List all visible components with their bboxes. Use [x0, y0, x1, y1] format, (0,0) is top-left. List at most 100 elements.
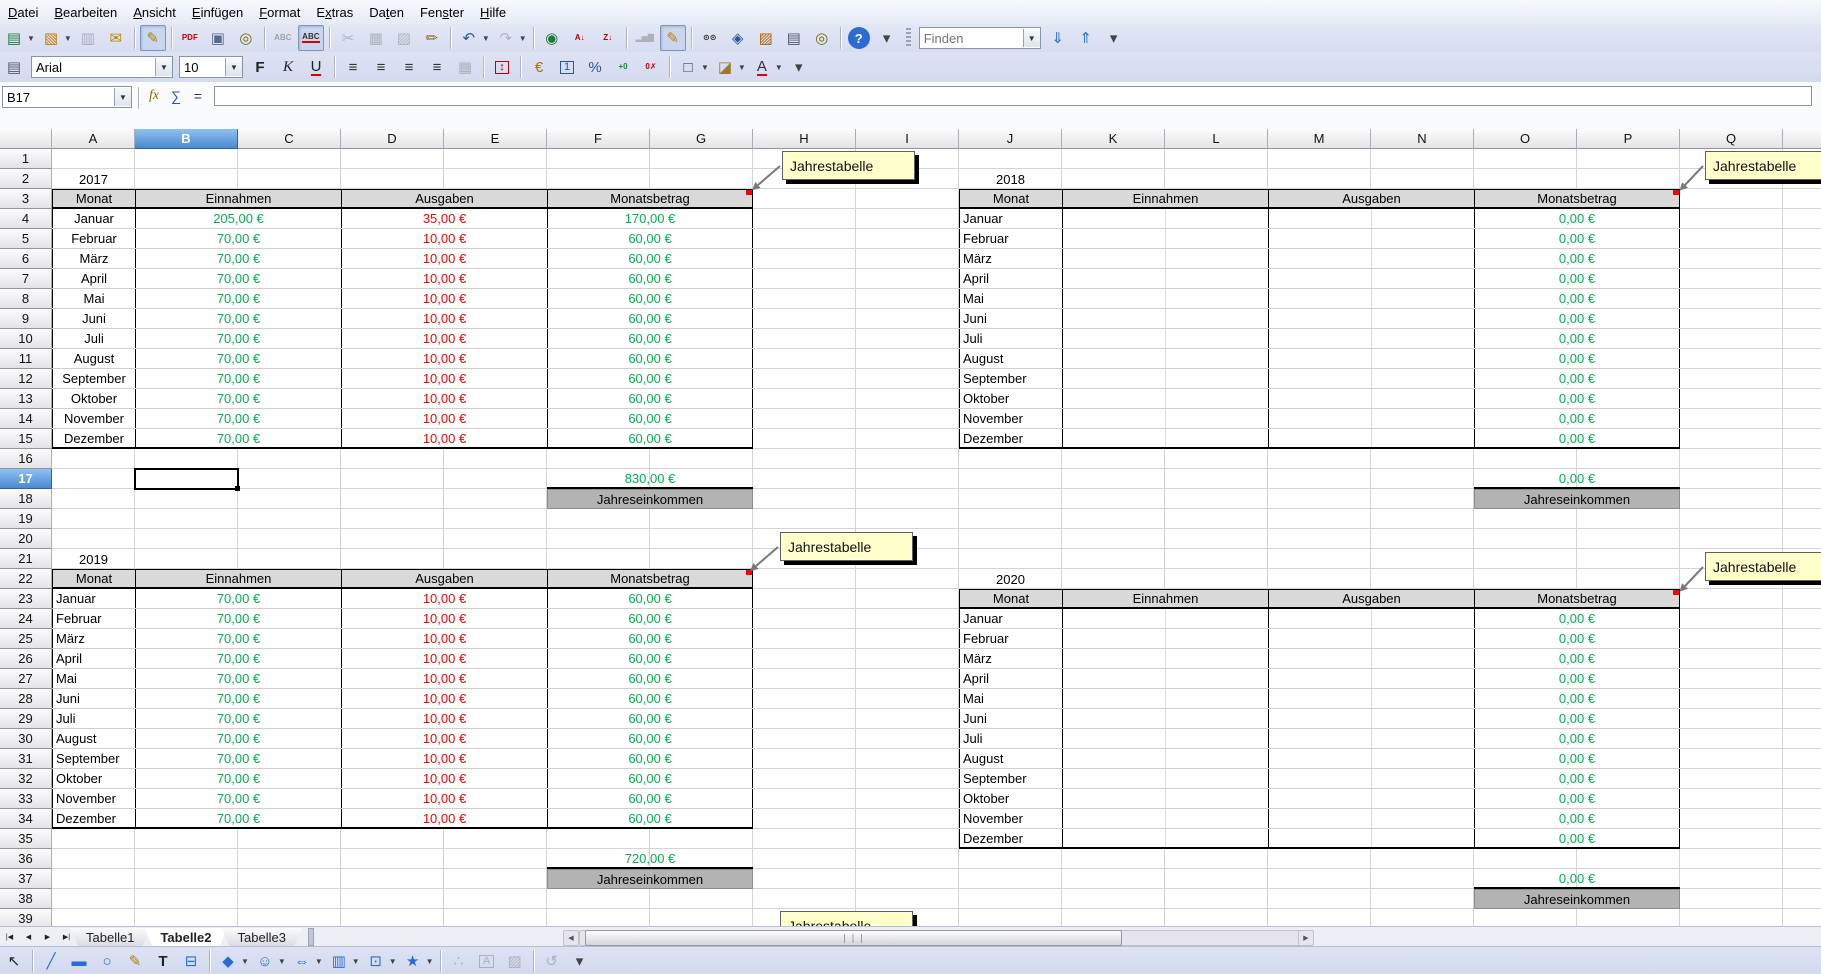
menu-einfügen[interactable]: Einfügen — [184, 2, 251, 23]
name-box-dropdown-icon[interactable]: ▼ — [114, 88, 131, 106]
percent-format-icon[interactable]: % — [582, 54, 608, 80]
cell-ausgaben[interactable] — [1268, 389, 1474, 408]
cell-ausgaben[interactable] — [1268, 349, 1474, 368]
cell-einnahmen[interactable] — [1062, 829, 1268, 847]
symbol-shapes-icon-dropdown[interactable]: ▼ — [278, 957, 286, 966]
year-total-2018[interactable]: 0,00 € — [1474, 469, 1680, 489]
column-header-G[interactable]: G — [650, 129, 753, 149]
cell-month[interactable]: März — [959, 249, 1062, 268]
cell-monatsbetrag[interactable]: 0,00 € — [1474, 789, 1680, 808]
cell-month[interactable]: Januar — [52, 589, 135, 608]
draw-functions-icon[interactable]: ✎ — [660, 25, 686, 51]
cell-monatsbetrag[interactable]: 60,00 € — [547, 349, 753, 368]
symbol-shapes-icon[interactable]: ☺ — [252, 948, 278, 974]
cell-month[interactable]: August — [52, 349, 135, 368]
undo-icon-dropdown[interactable]: ▼ — [482, 34, 490, 43]
cell-einnahmen[interactable] — [1062, 709, 1268, 728]
cell-monatsbetrag[interactable]: 60,00 € — [547, 249, 753, 268]
header-einnahmen[interactable]: Einnahmen — [1062, 190, 1268, 207]
menu-datei[interactable]: Datei — [0, 2, 46, 23]
cell-einnahmen[interactable] — [1062, 289, 1268, 308]
cell-month[interactable]: April — [959, 269, 1062, 288]
cell-monatsbetrag[interactable]: 0,00 € — [1474, 369, 1680, 388]
block-arrows-icon[interactable]: ⇔ — [289, 948, 315, 974]
cell-month[interactable]: Februar — [959, 229, 1062, 248]
cell-month[interactable]: Juni — [52, 689, 135, 708]
cell-ausgaben[interactable]: 10,00 € — [341, 689, 547, 708]
column-header-O[interactable]: O — [1474, 129, 1577, 149]
cell-ausgaben[interactable]: 10,00 € — [341, 309, 547, 328]
column-header-R[interactable] — [1783, 129, 1821, 149]
header-monatsbetrag[interactable]: Monatsbetrag — [547, 570, 753, 587]
cell-ausgaben[interactable] — [1268, 809, 1474, 828]
row-header-15[interactable]: 15 — [0, 429, 52, 449]
cell-month[interactable]: August — [959, 749, 1062, 768]
cell-monatsbetrag[interactable]: 60,00 € — [547, 749, 753, 768]
italic-icon[interactable]: K — [275, 54, 301, 80]
header-monatsbetrag[interactable]: Monatsbetrag — [1474, 590, 1680, 607]
cell-monatsbetrag[interactable]: 0,00 € — [1474, 629, 1680, 648]
cell-ausgaben[interactable]: 10,00 € — [341, 269, 547, 288]
cell-monatsbetrag[interactable]: 60,00 € — [547, 609, 753, 628]
cell-einnahmen[interactable]: 70,00 € — [135, 689, 341, 708]
cell-ausgaben[interactable] — [1268, 409, 1474, 428]
gallery-icon[interactable]: ▨ — [753, 25, 779, 51]
cell-monatsbetrag[interactable]: 60,00 € — [547, 409, 753, 428]
column-header-E[interactable]: E — [444, 129, 547, 149]
row-header-37[interactable]: 37 — [0, 869, 52, 889]
drawbar-overflow-icon[interactable]: ▾ — [567, 948, 593, 974]
font-name-select[interactable] — [32, 58, 155, 76]
row-header-38[interactable]: 38 — [0, 889, 52, 909]
cell-month[interactable]: Januar — [52, 209, 135, 228]
freeform-line-icon[interactable]: ✎ — [122, 948, 148, 974]
column-header-B[interactable]: B — [135, 129, 238, 149]
header-ausgaben[interactable]: Ausgaben — [341, 570, 547, 587]
cell-month[interactable]: April — [52, 649, 135, 668]
column-header-Q[interactable]: Q — [1680, 129, 1783, 149]
row-header-32[interactable]: 32 — [0, 769, 52, 789]
find-next-icon[interactable]: ⇓ — [1045, 25, 1071, 51]
cell-monatsbetrag[interactable]: 0,00 € — [1474, 649, 1680, 668]
menu-fenster[interactable]: Fenster — [412, 2, 472, 23]
cell-ausgaben[interactable]: 10,00 € — [341, 369, 547, 388]
font-size-dropdown-icon[interactable]: ▼ — [225, 58, 242, 76]
cell-monatsbetrag[interactable]: 60,00 € — [547, 589, 753, 608]
callouts-icon-dropdown[interactable]: ▼ — [389, 957, 397, 966]
cell-monatsbetrag[interactable]: 60,00 € — [547, 669, 753, 688]
row-header-26[interactable]: 26 — [0, 649, 52, 669]
cell-monatsbetrag[interactable]: 60,00 € — [547, 369, 753, 388]
menu-ansicht[interactable]: Ansicht — [125, 2, 184, 23]
page-preview-icon[interactable]: ◎ — [233, 25, 259, 51]
cell-einnahmen[interactable]: 70,00 € — [135, 769, 341, 788]
cell-month[interactable]: März — [52, 249, 135, 268]
cell-ausgaben[interactable] — [1268, 309, 1474, 328]
cell-monatsbetrag[interactable]: 0,00 € — [1474, 749, 1680, 768]
column-header-H[interactable]: H — [753, 129, 856, 149]
cell-monatsbetrag[interactable]: 0,00 € — [1474, 349, 1680, 368]
year-total-2019[interactable]: 720,00 € — [547, 849, 753, 869]
cell-month[interactable]: Dezember — [959, 429, 1062, 447]
cell-einnahmen[interactable] — [1062, 789, 1268, 808]
undo-icon[interactable]: ↶ — [456, 25, 482, 51]
cell-einnahmen[interactable] — [1062, 689, 1268, 708]
row-header-17[interactable]: 17 — [0, 469, 52, 489]
cell-month[interactable]: November — [52, 409, 135, 428]
cell-einnahmen[interactable] — [1062, 769, 1268, 788]
select-icon[interactable]: ↖ — [1, 948, 27, 974]
stars-icon[interactable]: ★ — [400, 948, 426, 974]
cell-einnahmen[interactable] — [1062, 749, 1268, 768]
cell-einnahmen[interactable]: 70,00 € — [135, 349, 341, 368]
row-header-35[interactable]: 35 — [0, 829, 52, 849]
cell-month[interactable]: November — [52, 789, 135, 808]
cell-einnahmen[interactable]: 70,00 € — [135, 629, 341, 648]
cell-ausgaben[interactable]: 10,00 € — [341, 249, 547, 268]
tab-splitter[interactable] — [308, 928, 314, 946]
year-label-2018[interactable]: 2018 — [959, 169, 1062, 189]
zoom-icon[interactable]: ◎ — [809, 25, 835, 51]
cell-month[interactable]: Oktober — [959, 789, 1062, 808]
cell-ausgaben[interactable]: 10,00 € — [341, 349, 547, 368]
currency-format-icon[interactable]: € — [526, 54, 552, 80]
year-total-label-2017[interactable]: Jahreseinkommen — [547, 489, 753, 509]
cell-einnahmen[interactable]: 70,00 € — [135, 289, 341, 308]
cell-ausgaben[interactable]: 10,00 € — [341, 769, 547, 788]
